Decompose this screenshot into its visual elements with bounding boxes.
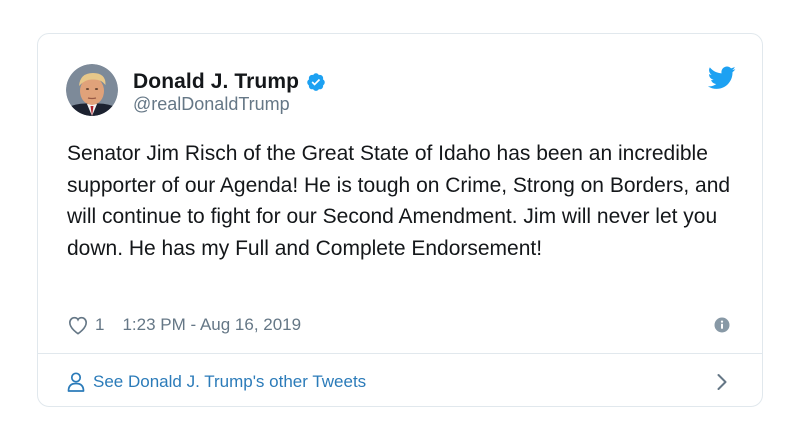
info-icon[interactable] xyxy=(714,317,730,333)
avatar[interactable] xyxy=(66,64,118,116)
chevron-right-icon[interactable] xyxy=(716,373,728,391)
twitter-bird-icon[interactable] xyxy=(707,66,736,90)
verified-badge-icon xyxy=(306,72,326,92)
user-icon xyxy=(67,372,85,392)
author-name[interactable]: Donald J. Trump xyxy=(133,70,299,94)
see-other-tweets-label[interactable]: See Donald J. Trump's other Tweets xyxy=(93,372,366,392)
see-other-tweets-link[interactable]: See Donald J. Trump's other Tweets xyxy=(67,370,366,394)
avatar-image xyxy=(66,64,118,116)
like-count[interactable]: 1 xyxy=(95,315,104,335)
tweet-timestamp[interactable]: 1:23 PM - Aug 16, 2019 xyxy=(122,315,301,335)
tweet-card[interactable]: Donald J. Trump @realDonaldTrump Senator… xyxy=(37,33,763,407)
heart-icon[interactable] xyxy=(67,315,89,335)
author-handle[interactable]: @realDonaldTrump xyxy=(133,94,290,115)
author-name-row[interactable]: Donald J. Trump xyxy=(133,69,326,95)
divider xyxy=(38,353,762,354)
tweet-text: Senator Jim Risch of the Great State of … xyxy=(67,142,731,260)
tweet-meta: 1 1:23 PM - Aug 16, 2019 xyxy=(67,312,301,338)
